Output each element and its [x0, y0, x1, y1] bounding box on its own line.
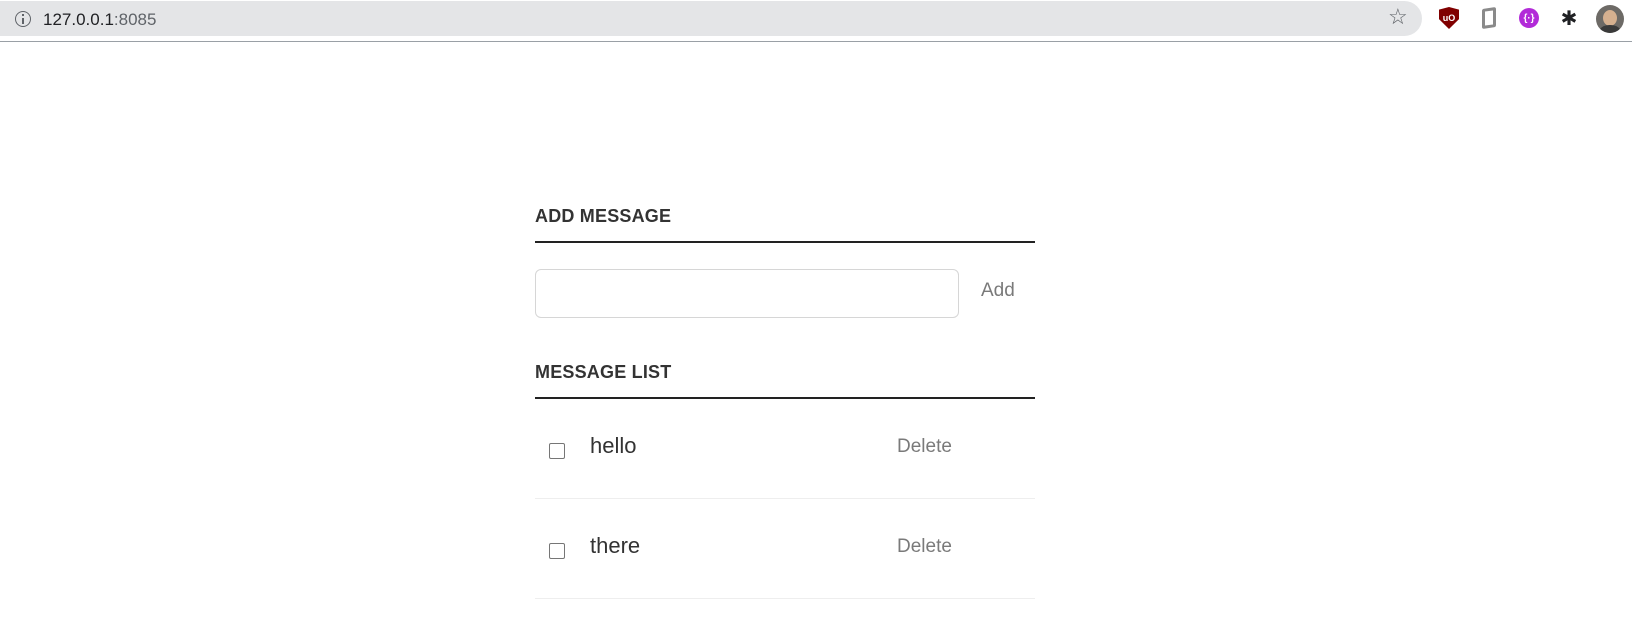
url-text[interactable]: 127.0.0.1:8085 [43, 10, 156, 30]
browser-toolbar: 127.0.0.1:8085 ☆ uO {·} ✱ [0, 0, 1632, 42]
message-text: there [590, 533, 641, 558]
office-icon[interactable] [1477, 6, 1501, 30]
bookmark-star-icon[interactable]: ☆ [1388, 6, 1408, 28]
message-list-title: MESSAGE LIST [535, 362, 672, 382]
delete-button[interactable]: Delete [897, 436, 952, 458]
add-button[interactable]: Add [981, 280, 1015, 302]
message-input[interactable] [535, 269, 959, 318]
ublock-shield-icon: uO [1439, 7, 1459, 29]
add-message-divider [535, 241, 1035, 243]
message-checkbox[interactable] [549, 543, 565, 559]
ublock-icon[interactable]: uO [1437, 6, 1461, 30]
avatar-body [1599, 25, 1621, 33]
avatar[interactable] [1596, 5, 1624, 33]
message-text: hello [590, 433, 637, 458]
site-info-icon[interactable] [15, 11, 31, 27]
purple-extension-icon[interactable]: {·} [1517, 6, 1541, 30]
delete-button[interactable]: Delete [897, 536, 952, 558]
office-box-icon [1482, 7, 1496, 29]
add-message-title: ADD MESSAGE [535, 206, 672, 226]
puzzle-icon[interactable]: ✱ [1557, 6, 1581, 30]
address-bar[interactable]: 127.0.0.1:8085 ☆ [0, 1, 1422, 36]
list-item: there Delete [535, 499, 1035, 599]
message-checkbox[interactable] [549, 443, 565, 459]
url-host: 127.0.0.1 [43, 10, 114, 29]
list-item: hello Delete [535, 399, 1035, 499]
purple-circle-icon: {·} [1519, 8, 1539, 28]
url-port: :8085 [113, 10, 157, 29]
avatar-face [1603, 10, 1617, 26]
